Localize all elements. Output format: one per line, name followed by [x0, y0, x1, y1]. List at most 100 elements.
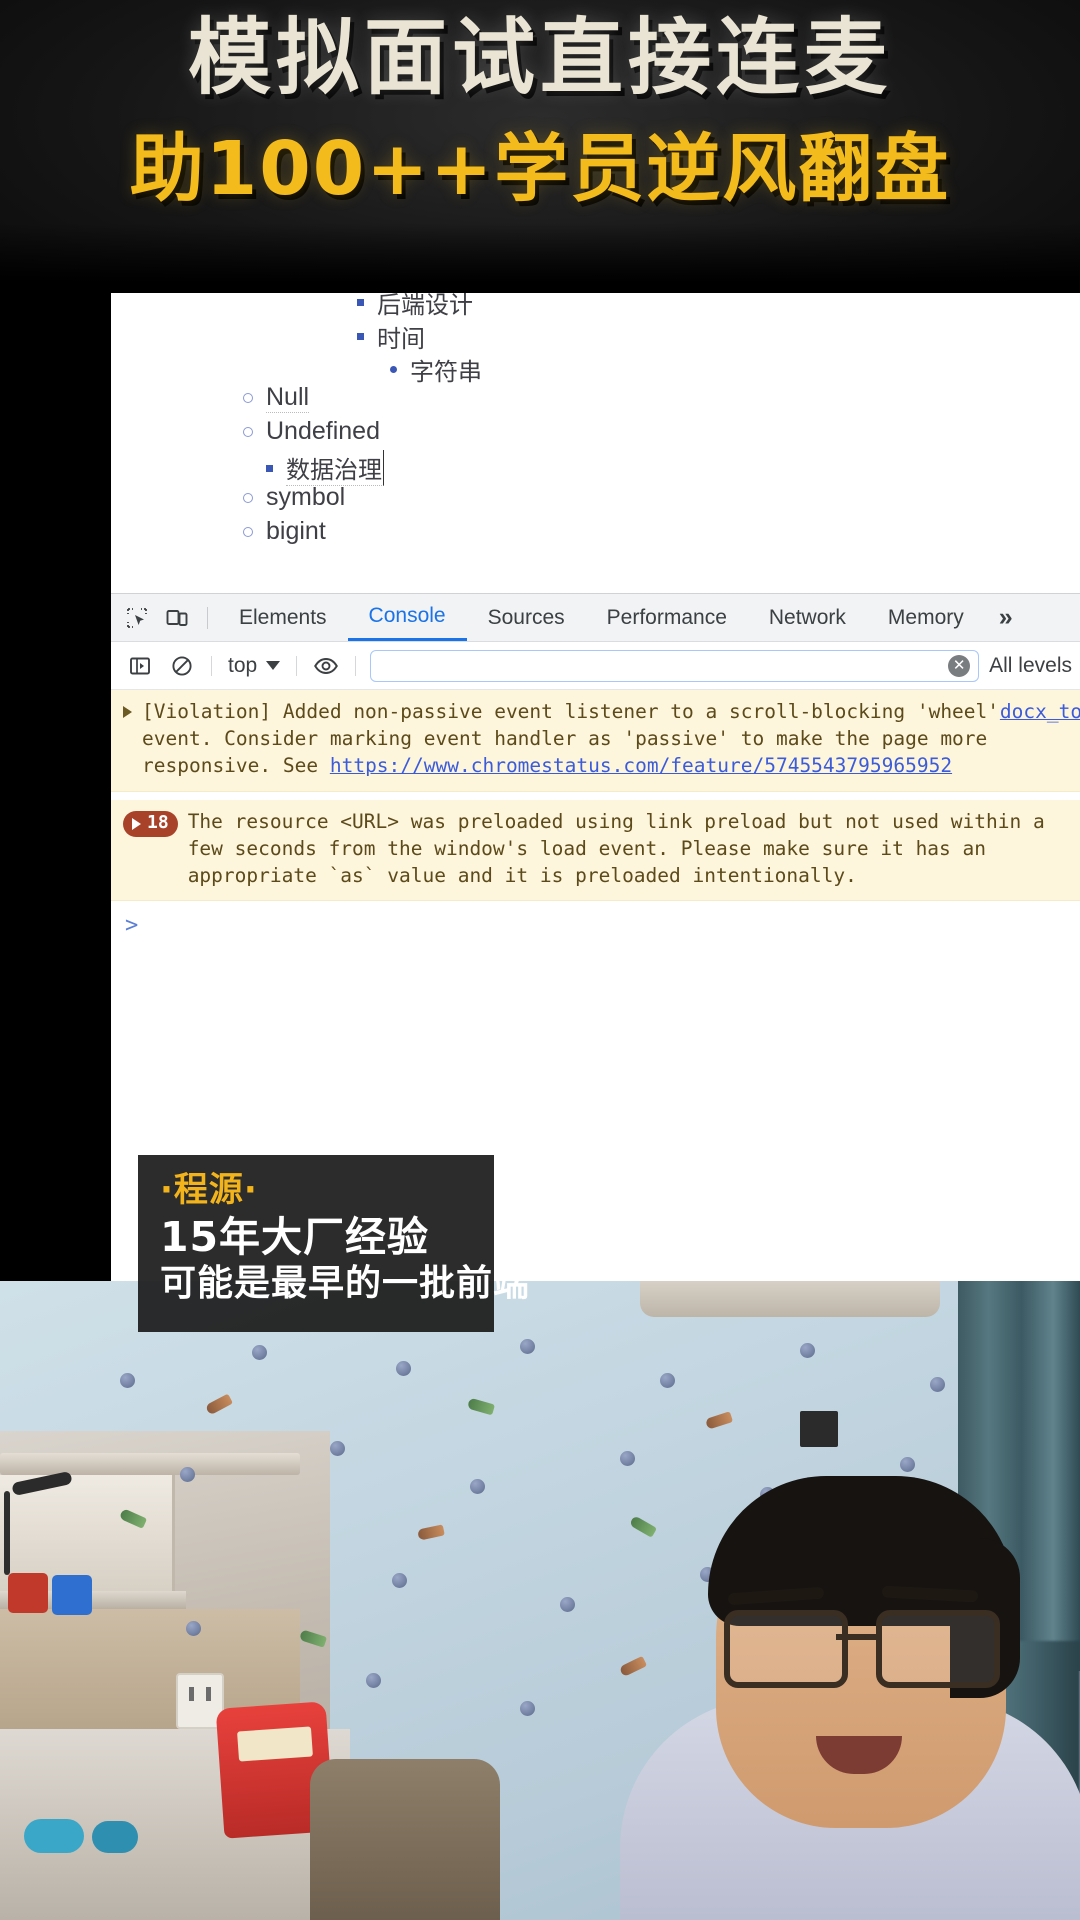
tab-elements[interactable]: Elements [218, 594, 348, 641]
document-outline-tree: 后端设计 时间 字符串 Null Undefined 数据治理 symbol b… [111, 293, 1080, 593]
clear-console-icon[interactable] [161, 646, 203, 686]
toolbar-divider [296, 655, 298, 676]
wall-sticker-dot [366, 1673, 381, 1688]
caption-line-1: 15年大厂经验 [160, 1212, 430, 1261]
chevron-down-icon [266, 661, 281, 670]
console-message-text: The resource <URL> was preloaded using l… [187, 809, 1057, 887]
outline-item-label: 数据治理 [286, 450, 384, 486]
console-filter-toolbar: top ✕ All levels [111, 642, 1080, 690]
live-expression-icon[interactable] [305, 646, 347, 686]
wall-sticker-dot [560, 1597, 575, 1612]
bag-label [237, 1726, 313, 1762]
wall-sticker-dot [620, 1451, 635, 1466]
wall-sticker-dot [660, 1373, 675, 1388]
outline-item-label: Null [266, 383, 310, 413]
screen-recording-stage: 模拟面试直接连麦 助100++学员逆风翻盘 后端设计 时间 字符串 Null U… [0, 0, 1080, 1920]
console-message-row: [Violation] Added non-passive event list… [111, 690, 1080, 792]
tab-performance[interactable]: Performance [586, 594, 748, 641]
console-warning-preload[interactable]: 18 The resource <URL> was preloaded usin… [111, 799, 1080, 902]
webcam-video-feed [0, 1281, 1080, 1920]
wall-sticker-dot [930, 1377, 945, 1392]
device-toolbar-icon[interactable] [157, 599, 197, 637]
microphone-arm [4, 1491, 10, 1575]
message-repeat-count: 18 [147, 812, 169, 834]
round-bullet-icon [390, 366, 397, 373]
browser-content-column: 后端设计 时间 字符串 Null Undefined 数据治理 symbol b… [111, 293, 1080, 1284]
console-message-row: 18 The resource <URL> was preloaded usin… [111, 799, 1080, 902]
banner-subheadline: 助100++学员逆风翻盘 [129, 126, 951, 212]
wall-sticker-dot [252, 1345, 267, 1360]
outline-item-label: Undefined [266, 417, 380, 445]
expand-triangle-icon[interactable] [123, 706, 132, 718]
wall-sticker-dot [180, 1467, 195, 1482]
outline-item-label: bigint [266, 517, 326, 545]
execution-context-select[interactable]: top [220, 649, 288, 683]
console-prompt[interactable]: > [111, 901, 1080, 938]
wall-sticker-dot [330, 1441, 345, 1456]
promo-banner: 模拟面试直接连麦 助100++学员逆风翻盘 [0, 0, 1080, 293]
chromestatus-link[interactable]: https://www.chromestatus.com/feature/574… [330, 754, 952, 777]
devtools-tab-list: Elements Console Sources Performance Net… [218, 594, 1025, 641]
clear-input-icon[interactable]: ✕ [948, 654, 971, 677]
banner-headline: 模拟面试直接连麦 [188, 9, 892, 106]
ceiling-edge [640, 1281, 940, 1317]
tab-sources[interactable]: Sources [467, 594, 586, 641]
wall-sticker-dot [470, 1479, 485, 1494]
outline-item-label: 后端设计 [377, 293, 473, 319]
outline-item[interactable]: Null [243, 383, 310, 413]
wall-sticker-dot [800, 1343, 815, 1358]
toolbar-divider [355, 655, 357, 676]
outline-item[interactable]: 时间 [357, 319, 425, 354]
message-repeat-count-badge[interactable]: 18 [123, 810, 178, 837]
hollow-bullet-icon [243, 492, 253, 503]
outline-item[interactable]: bigint [243, 517, 326, 546]
prompt-caret-icon: > [125, 913, 139, 939]
outline-item[interactable]: 后端设计 [357, 293, 473, 320]
outline-item[interactable]: 字符串 [390, 352, 482, 387]
devtools-tabbar: Elements Console Sources Performance Net… [111, 594, 1080, 642]
red-cup [8, 1573, 48, 1613]
caption-speaker-name: ·程源· [160, 1170, 258, 1210]
blue-object-2 [92, 1821, 138, 1853]
wall-sticker-dot [186, 1621, 201, 1636]
outline-item-label: symbol [266, 483, 346, 511]
speaker-caption-overlay: ·程源· 15年大厂经验 可能是最早的一批前端 [138, 1155, 531, 1332]
log-levels-select[interactable]: All levels [985, 654, 1080, 678]
inspect-element-icon[interactable] [117, 599, 157, 637]
blue-cup [52, 1575, 92, 1615]
square-bullet-icon [357, 333, 364, 340]
outline-item[interactable]: Undefined [243, 417, 380, 446]
person-on-camera [620, 1468, 1080, 1920]
shelf-top [0, 1453, 300, 1475]
person-glasses [724, 1610, 1004, 1688]
console-filter-field[interactable]: ✕ [370, 649, 980, 682]
console-sidebar-icon[interactable] [119, 646, 161, 686]
console-warning-violation[interactable]: [Violation] Added non-passive event list… [111, 690, 1080, 792]
hollow-bullet-icon [243, 526, 253, 537]
tab-console[interactable]: Console [347, 594, 467, 641]
wall-sticker-dot [520, 1339, 535, 1354]
outline-item-label: 时间 [377, 326, 425, 353]
tab-network[interactable]: Network [748, 594, 867, 641]
wall-sticker-dot [520, 1701, 535, 1716]
outline-item-label: 字符串 [410, 359, 482, 386]
console-message-source-link[interactable]: docx_toolbox_es [1000, 699, 1080, 726]
console-filter-input[interactable] [370, 649, 980, 682]
outline-item[interactable]: symbol [243, 483, 345, 512]
blue-object [24, 1819, 84, 1853]
wall-panel [800, 1411, 838, 1447]
left-letterbox-gutter [0, 293, 111, 1281]
tab-memory[interactable]: Memory [867, 594, 985, 641]
hollow-bullet-icon [243, 426, 253, 437]
execution-context-label: top [228, 653, 258, 677]
wall-sticker-dot [120, 1373, 135, 1388]
glasses-lens-right [876, 1610, 1000, 1688]
square-bullet-icon [266, 464, 273, 472]
console-message-text: [Violation] Added non-passive event list… [142, 700, 1011, 777]
more-tabs-icon[interactable]: » [985, 594, 1025, 641]
outline-item[interactable]: 数据治理 [266, 450, 384, 486]
expand-triangle-icon [132, 817, 141, 830]
glasses-lens-left [724, 1610, 848, 1688]
toolbar-divider [211, 655, 212, 676]
caption-line-2: 可能是最早的一批前端 [160, 1262, 531, 1304]
